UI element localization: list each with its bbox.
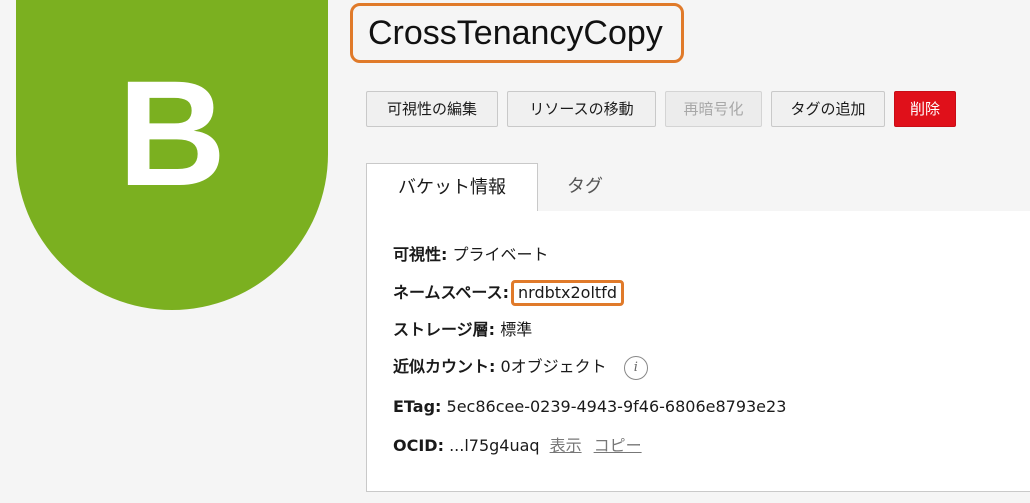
delete-button[interactable]: 削除 bbox=[894, 91, 956, 127]
approx-count-value: 0オブジェクト bbox=[500, 357, 607, 376]
ocid-copy-link[interactable]: コピー bbox=[594, 436, 642, 455]
ocid-value: ...l75g4uaq bbox=[449, 436, 540, 455]
visibility-value: プライベート bbox=[452, 245, 549, 264]
tab-bar: バケット情報 タグ bbox=[366, 163, 1030, 213]
page-title: CrossTenancyCopy bbox=[350, 3, 684, 63]
etag-label: ETag: bbox=[393, 397, 442, 416]
visibility-label: 可視性: bbox=[393, 245, 448, 264]
edit-visibility-button[interactable]: 可視性の編集 bbox=[366, 91, 498, 127]
reencrypt-button[interactable]: 再暗号化 bbox=[665, 91, 762, 127]
storage-tier-label: ストレージ層: bbox=[393, 320, 496, 339]
info-icon[interactable]: i bbox=[623, 355, 648, 380]
ocid-show-link[interactable]: 表示 bbox=[550, 436, 582, 455]
ocid-label: OCID: bbox=[393, 436, 444, 455]
namespace-row: ネームスペース: nrdbtx2oltfd bbox=[393, 279, 624, 307]
bucket-info-panel: 可視性: プライベート ネームスペース: nrdbtx2oltfd ストレージ層:… bbox=[366, 211, 1030, 492]
visibility-row: 可視性: プライベート bbox=[393, 241, 549, 269]
storage-tier-value: 標準 bbox=[500, 320, 533, 339]
add-tags-button[interactable]: タグの追加 bbox=[771, 91, 885, 127]
namespace-label: ネームスペース: bbox=[393, 283, 509, 302]
storage-tier-row: ストレージ層: 標準 bbox=[393, 316, 532, 344]
tab-tags[interactable]: タグ bbox=[538, 163, 632, 212]
approx-count-row: 近似カウント: 0オブジェクト i bbox=[393, 353, 648, 381]
etag-value: 5ec86cee-0239-4943-9f46-6806e8793e23 bbox=[446, 397, 787, 416]
bucket-badge: B bbox=[16, 0, 328, 310]
namespace-value: nrdbtx2oltfd bbox=[511, 280, 624, 306]
etag-row: ETag: 5ec86cee-0239-4943-9f46-6806e8793e… bbox=[393, 393, 786, 421]
approx-count-label: 近似カウント: bbox=[393, 357, 496, 376]
ocid-row: OCID: ...l75g4uaq 表示 コピー bbox=[393, 432, 642, 460]
badge-letter: B bbox=[117, 49, 227, 217]
tab-bucket-info[interactable]: バケット情報 bbox=[366, 163, 538, 212]
move-resource-button[interactable]: リソースの移動 bbox=[507, 91, 656, 127]
